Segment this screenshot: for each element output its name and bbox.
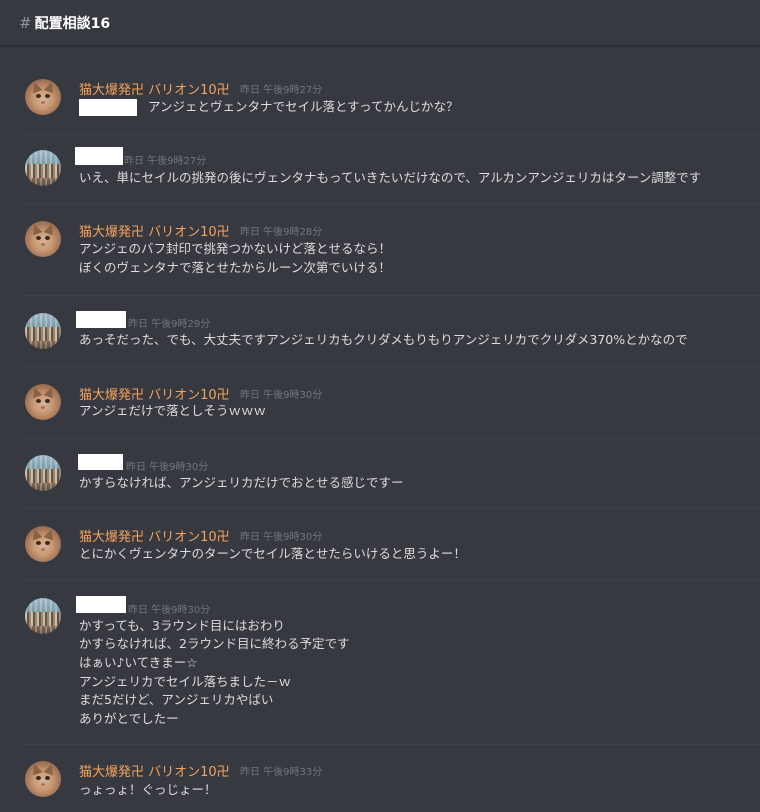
message-timestamp: 昨日 午後9時30分 [240,532,323,543]
channel-name: 配置相談16 [34,15,111,32]
message-divider [20,508,760,509]
redacted-mention [79,99,137,116]
message-list: 猫大爆発卍 バリオン10卍 昨日 午後9時27分 アンジェとヴェンタナでセイル落… [0,47,760,812]
message-divider [20,580,760,581]
redacted-author [76,311,126,328]
message-timestamp: 昨日 午後9時30分 [126,462,209,473]
message-divider [20,134,760,135]
crowd-avatar[interactable] [25,455,61,491]
crowd-avatar[interactable] [25,598,61,634]
crowd-avatar[interactable] [25,150,61,186]
cat-avatar[interactable] [25,526,61,562]
redacted-author [78,454,123,470]
message-text-line: ありがとでしたー [79,711,179,726]
message-timestamp: 昨日 午後9時30分 [240,390,323,401]
message-divider [20,438,760,439]
message-text-line: かすらなければ、2ラウンド目に終わる予定です [79,636,350,651]
cat-avatar[interactable] [25,79,61,115]
channel-hash-icon: # [19,13,32,32]
message-author[interactable]: 猫大爆発卍 バリオン10卍 [79,384,230,403]
message-author[interactable]: 猫大爆発卍 バリオン10卍 [79,221,230,240]
message-divider [20,366,760,367]
cat-avatar[interactable] [25,761,61,797]
crowd-avatar[interactable] [25,313,61,349]
message-text-line: っょっょ！ぐっじょー！ [79,782,217,797]
redacted-author [75,147,123,165]
message-text-line: はぁい♪いてきまー☆ [79,655,198,670]
message-text-line: いえ、単にセイルの挑発の後にヴェンタナもっていきたいだけなので、アルカンアンジェ… [79,170,702,185]
message-text-line: アンジェだけで落としそうｗｗｗ [79,403,267,418]
message-author[interactable]: 猫大爆発卍 バリオン10卍 [79,79,230,98]
message-text-line: ぼくのヴェンタナで落とせたからルーン次第でいける！ [79,260,391,275]
message-timestamp: 昨日 午後9時29分 [128,319,211,330]
message-text-line: アンジェとヴェンタナでセイル落とすってかんじかな？ [148,99,459,114]
message-timestamp: 昨日 午後9時33分 [240,767,323,778]
cat-avatar[interactable] [25,384,61,420]
message-text-line: とにかくヴェンタナのターンでセイル落とせたらいけると思うよー！ [79,546,466,561]
redacted-author [76,596,126,613]
message-text-line: かすっても、3ラウンド目にはおわり [79,618,285,633]
message-author[interactable]: 猫大爆発卍 バリオン10卍 [79,526,230,545]
message-text-line: アンジェのバフ封印で挑発つかないけど落とせるなら！ [79,241,392,256]
message-timestamp: 昨日 午後9時28分 [240,227,323,238]
message-text-line: まだ5だけど、アンジェリカやばい [79,692,274,707]
message-divider [20,204,760,205]
cat-avatar[interactable] [25,221,61,257]
channel-header: # 配置相談16 [0,0,760,46]
message-author[interactable]: 猫大爆発卍 バリオン10卍 [79,761,230,780]
message-text-line: かすらなければ、アンジェリカだけでおとせる感じですー [79,475,404,490]
message-timestamp: 昨日 午後9時30分 [128,605,211,616]
message-timestamp: 昨日 午後9時27分 [240,85,323,96]
message-text-line: あっそだった、でも、大丈夫ですアンジェリカもクリダメもりもりアンジェリカでクリダ… [79,332,688,347]
message-divider [20,295,760,296]
message-text-line: アンジェリカでセイル落ちました－ｗ [79,674,292,689]
chat-window: # 配置相談16 猫大爆発卍 バリオン10卍 昨日 午後9時27分 アンジェとヴ… [0,0,760,812]
message-divider [20,744,760,745]
message-timestamp: 昨日 午後9時27分 [124,156,207,167]
